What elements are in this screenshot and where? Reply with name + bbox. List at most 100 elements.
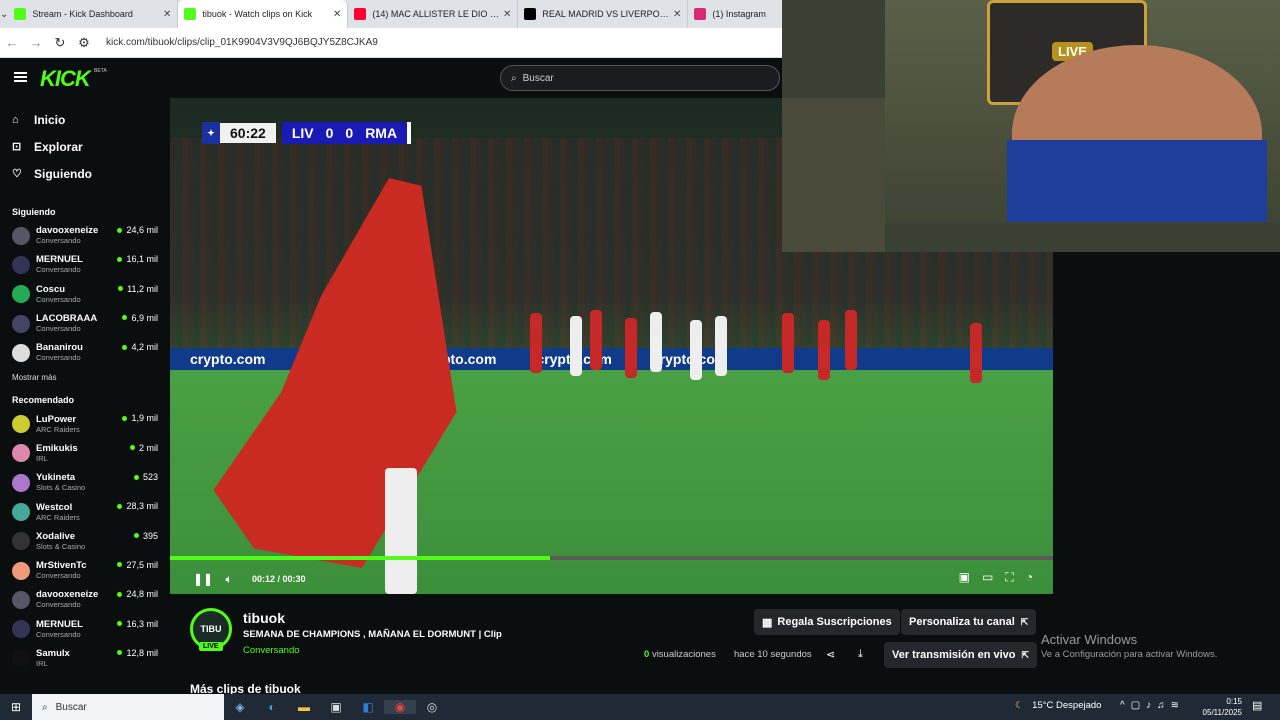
player — [625, 318, 637, 378]
chrome-icon[interactable]: ◉ — [384, 700, 416, 714]
sidebar-channel[interactable]: MERNUEL Conversando 16,1 mil — [0, 250, 170, 279]
close-tab-icon[interactable]: ✕ — [673, 9, 681, 20]
clip-age: hace 10 segundos — [734, 649, 812, 660]
speed-icon[interactable]: ◔ — [1026, 570, 1033, 585]
sidebar-channel[interactable]: MERNUEL Conversando 16,3 mil — [0, 615, 170, 644]
download-icon[interactable]: ⤓ — [858, 648, 863, 661]
sidebar-nav-label: Inicio — [34, 112, 66, 127]
sidebar-channel[interactable]: davooxeneize Conversando 24,8 mil — [0, 585, 170, 614]
channel-name: Coscu — [36, 283, 66, 295]
close-tab-icon[interactable]: ✕ — [333, 9, 341, 20]
sidebar-channel[interactable]: Emikukis IRL 2 mil — [0, 439, 170, 468]
sidebar-channel[interactable]: LuPower ARC Raiders 1,9 mil — [0, 409, 170, 438]
system-clock[interactable]: 0:15 05/11/2025 — [1200, 696, 1242, 718]
weather-widget[interactable]: ☾ 15°C Despejado — [1015, 700, 1101, 711]
sidebar-channel[interactable]: Yukineta Slots & Casino 523 — [0, 468, 170, 497]
viewer-count: 28,3 mil — [117, 501, 158, 511]
windows-start-icon[interactable]: ⊞ — [0, 700, 32, 714]
url-field[interactable]: kick.com/tibuok/clips/clip_01K9904V3V9QJ… — [106, 37, 378, 48]
sidebar-channel[interactable]: Westcol ARC Raiders 28,3 mil — [0, 497, 170, 526]
show-more-link[interactable]: Mostrar más — [0, 367, 170, 389]
sidebar-channel[interactable]: Samulx IRL 12,8 mil — [0, 644, 170, 673]
away-team: RMA — [365, 125, 398, 141]
channel-category: Conversando — [36, 353, 81, 363]
file-explorer-icon[interactable]: ▬ — [288, 700, 320, 714]
viewer-count: 523 — [133, 472, 158, 482]
browser-tab[interactable]: REAL MADRID VS LIVERPOOL M ✕ — [518, 0, 689, 28]
forward-icon[interactable]: → — [24, 35, 48, 50]
clock-time: 0:15 — [1226, 697, 1242, 706]
menu-icon[interactable] — [14, 72, 27, 82]
reload-icon[interactable]: ↻ — [48, 35, 72, 51]
outlook-icon[interactable]: ◧ — [352, 700, 384, 714]
copilot-icon[interactable]: ◈ — [224, 700, 256, 714]
edge-icon[interactable]: ◐ — [256, 700, 288, 714]
tab-favicon — [184, 8, 197, 20]
player — [690, 320, 702, 380]
fullscreen-icon[interactable]: ⛶ — [1005, 570, 1013, 585]
scoreboard: ✦ 60:22 LIV 0 0 RMA — [202, 122, 412, 144]
sidebar-nav-item[interactable]: ⌂ Inicio — [0, 106, 170, 133]
wifi-icon[interactable]: ≋ — [1171, 700, 1185, 711]
tray-chevron-icon[interactable]: ^ — [1120, 700, 1131, 711]
channel-name: Xodalive — [36, 530, 76, 542]
gift-subs-button[interactable]: ▦ Regala Suscripciones — [754, 609, 900, 635]
viewer-count-value: 1,9 mil — [131, 413, 158, 424]
back-icon[interactable]: ← — [0, 35, 24, 50]
close-tab-icon[interactable]: ✕ — [163, 9, 171, 20]
obs-icon[interactable]: ◎ — [416, 700, 448, 714]
volume-icon[interactable]: ♫ — [1157, 700, 1171, 711]
notifications-icon[interactable]: ▤ — [1252, 699, 1262, 712]
channel-name: LACOBRAAA — [36, 313, 98, 325]
volume-icon[interactable]: 🔈︎ — [216, 572, 242, 587]
channel-name: Emikukis — [36, 442, 78, 454]
watch-live-button[interactable]: Ver transmisión en vivo ⇱ — [884, 642, 1038, 668]
mic-icon[interactable]: ♪ — [1146, 700, 1157, 711]
taskbar-search[interactable]: ⌕ Buscar — [32, 694, 224, 720]
browser-tab[interactable]: (14) MAC ALLISTER LE DIO UN ✕ — [348, 0, 519, 28]
sidebar-channel[interactable]: MrStivenTc Conversando 27,5 mil — [0, 556, 170, 585]
channel-avatar — [12, 415, 30, 434]
site-info-icon[interactable]: ⚙ — [72, 35, 96, 51]
following-heading: Siguiendo — [12, 207, 56, 217]
meet-icon[interactable]: ▢ — [1131, 700, 1146, 711]
category-link[interactable]: Conversando — [243, 645, 300, 656]
kick-logo[interactable]: KICK — [40, 66, 91, 92]
channel-category: Conversando — [36, 324, 81, 334]
viewer-count: 4,2 mil — [122, 342, 158, 352]
pip-icon[interactable]: ▣ — [959, 570, 970, 585]
theater-mode-icon[interactable]: ▭ — [982, 570, 993, 585]
score-teams: LIV 0 0 RMA — [281, 122, 408, 144]
store-icon[interactable]: ▣ — [320, 700, 352, 714]
viewer-count-value: 16,1 mil — [126, 254, 158, 265]
activate-windows-title: Activar Windows — [1041, 632, 1138, 647]
player — [818, 320, 830, 380]
sidebar-channel[interactable]: Bananirou Conversando 4,2 mil — [0, 338, 170, 367]
channel-name: davooxeneize — [36, 589, 99, 601]
search-input[interactable]: ⌕ Buscar — [500, 65, 780, 91]
browser-tab[interactable]: tibuok - Watch clips on Kick ✕ — [178, 0, 349, 28]
channel-name: Bananirou — [36, 342, 83, 354]
tab-search-icon[interactable]: ⌄ — [0, 9, 8, 20]
sidebar-nav-item[interactable]: ♡ Siguiendo — [0, 160, 170, 187]
channel-avatar — [12, 226, 30, 245]
customize-channel-button[interactable]: Personaliza tu canal ⇱ — [901, 609, 1037, 635]
duration-time: 00:30 — [282, 574, 306, 584]
browser-tab[interactable]: Stream - Kick Dashboard ✕ — [8, 0, 179, 28]
viewer-count-value: 395 — [142, 530, 158, 541]
sidebar-channel[interactable]: Xodalive Slots & Casino 395 — [0, 527, 170, 556]
channel-avatar — [12, 285, 30, 304]
pause-icon[interactable]: ❚❚ — [190, 572, 216, 586]
sidebar-channel[interactable]: davooxeneize Conversando 24,6 mil — [0, 221, 170, 250]
sidebar-channel[interactable]: LACOBRAAA Conversando 6,9 mil — [0, 309, 170, 338]
close-tab-icon[interactable]: ✕ — [503, 9, 511, 20]
share-icon[interactable]: ⋖ — [826, 648, 835, 661]
viewer-count-value: 6,9 mil — [131, 312, 158, 323]
sidebar-channel[interactable]: Coscu Conversando 11,2 mil — [0, 280, 170, 309]
sidebar-nav-item[interactable]: ⊡ Explorar — [0, 133, 170, 160]
channel-avatar — [12, 590, 30, 609]
video-progress-bar[interactable] — [170, 556, 1053, 560]
live-dot-icon — [122, 415, 128, 421]
channel-name: davooxeneize — [36, 225, 99, 237]
channel-name[interactable]: tibuok — [243, 610, 285, 626]
